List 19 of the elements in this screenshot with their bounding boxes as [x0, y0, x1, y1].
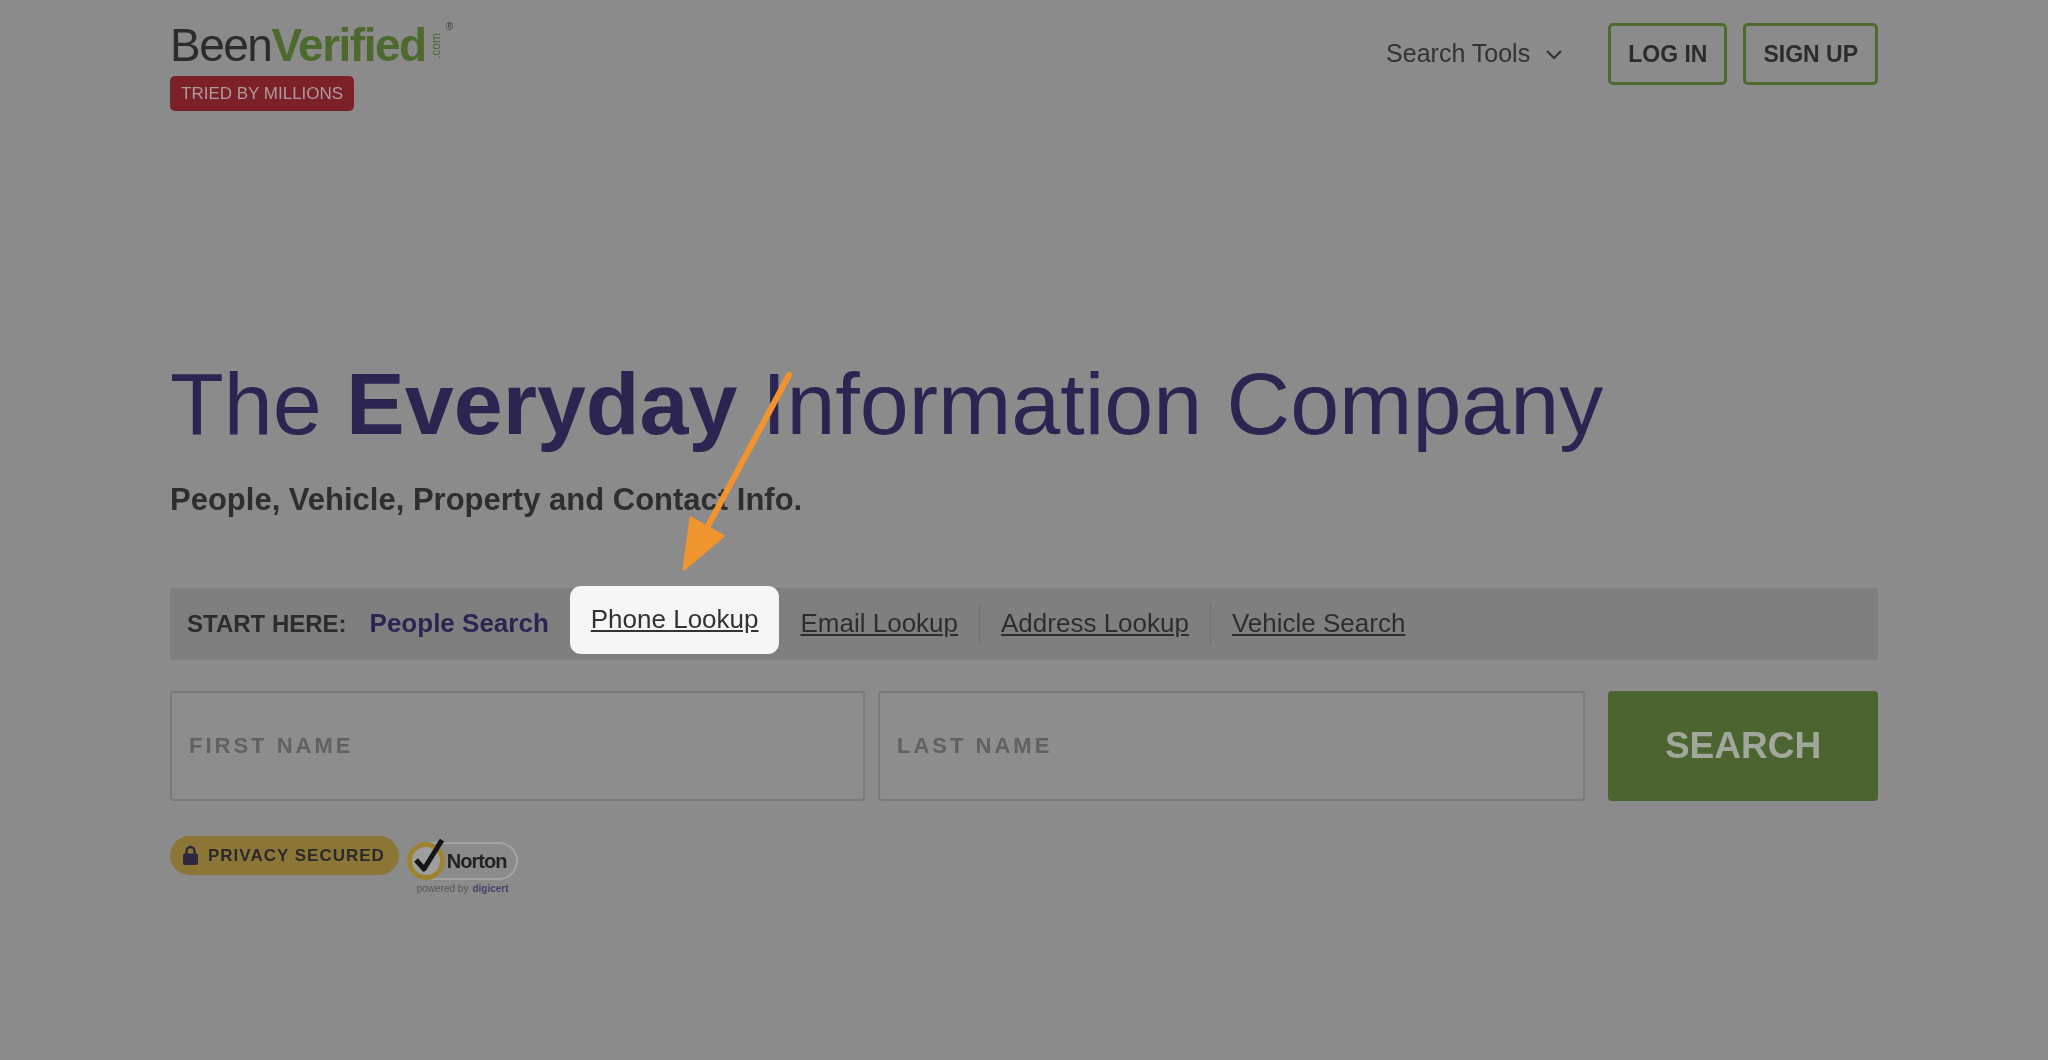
headline: The Everyday Information Company [170, 353, 1605, 455]
search-button[interactable]: SEARCH [1608, 690, 1878, 801]
search-tab[interactable]: Email Lookup [779, 603, 980, 644]
search-tab[interactable]: Address Lookup [979, 603, 1210, 644]
search-tab[interactable]: Phone Lookup [569, 585, 780, 654]
privacy-badge: PRIVACY SECURED [170, 835, 399, 875]
seal-brand: Norton [446, 848, 507, 874]
trademark-sign: ® [445, 22, 454, 32]
logo-wordmark[interactable]: BeenVerified [170, 22, 426, 68]
vendor-name: digicert [472, 883, 509, 894]
search-tab[interactable]: Vehicle Search [1209, 603, 1427, 644]
lock-icon [183, 845, 198, 866]
start-label: START HERE: [187, 608, 348, 639]
signup-button[interactable]: SIGN UP [1743, 23, 1878, 85]
logo-domain: .com [429, 33, 442, 59]
login-button[interactable]: LOG IN [1608, 23, 1728, 85]
search-tools-menu[interactable]: Search Tools [1386, 35, 1563, 73]
search-tab[interactable]: People Search [348, 603, 570, 644]
tagline-badge: TRIED BY MILLIONS [170, 76, 355, 111]
